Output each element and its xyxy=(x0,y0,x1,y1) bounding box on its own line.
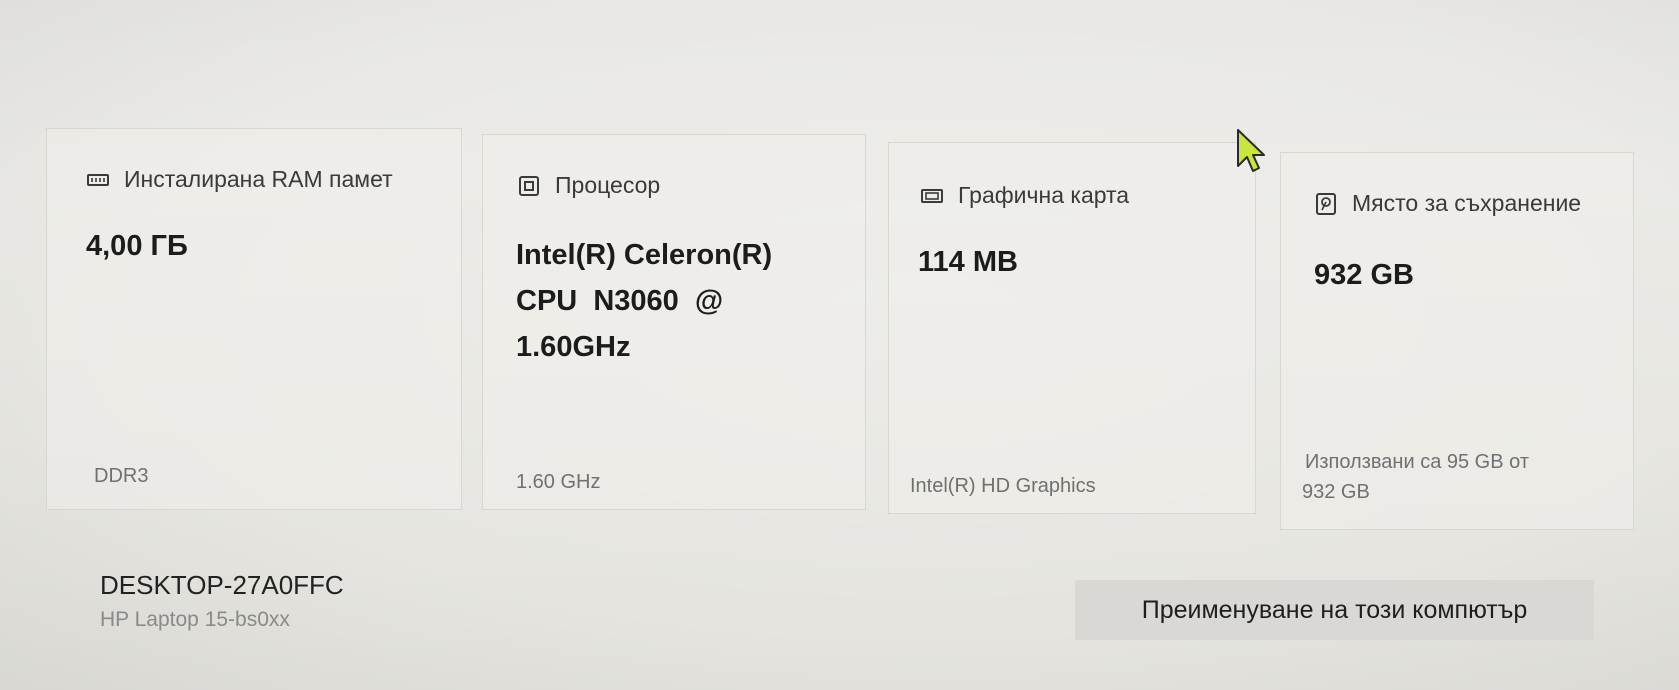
rename-pc-button-label: Преименуване на този компютър xyxy=(1141,595,1528,624)
graphics-card-header: Графична карта xyxy=(920,182,1129,209)
ram-value: 4,00 ГБ xyxy=(86,230,188,262)
storage-card-header: Място за съхранение xyxy=(1314,190,1581,217)
processor-card-header: Процесор xyxy=(517,172,660,199)
storage-capacity-value: 932 GB xyxy=(1314,259,1414,291)
ram-icon xyxy=(86,168,110,192)
ram-type: DDR3 xyxy=(94,465,149,487)
processor-card-title: Процесор xyxy=(555,172,661,198)
graphics-card-icon xyxy=(920,184,944,208)
device-model: HP Laptop 15-bs0xx xyxy=(100,608,290,631)
device-name: DESKTOP-27A0FFC xyxy=(100,570,344,600)
processor-value-line-2: CPU N3060 @ xyxy=(516,285,724,317)
graphics-card-title: Графична карта xyxy=(958,182,1130,208)
ram-card-header: Инсталирана RAM памет xyxy=(86,166,393,193)
processor-value-line-1: Intel(R) Celeron(R) xyxy=(516,239,773,271)
storage-usage-line-1: Използвани са 95 GB от xyxy=(1305,451,1529,473)
processor-value-line-3: 1.60GHz xyxy=(516,331,631,363)
rename-pc-button[interactable]: Преименуване на този компютър xyxy=(1075,580,1594,640)
storage-icon xyxy=(1314,192,1338,216)
mouse-cursor-icon xyxy=(1237,129,1265,172)
processor-speed: 1.60 GHz xyxy=(516,471,601,493)
processor-icon xyxy=(517,174,541,198)
storage-usage-line-2: 932 GB xyxy=(1302,481,1370,503)
graphics-adapter-name: Intel(R) HD Graphics xyxy=(910,475,1096,497)
storage-card-title: Място за съхранение xyxy=(1352,190,1582,216)
ram-card-title: Инсталирана RAM памет xyxy=(124,166,393,192)
graphics-memory-value: 114 MB xyxy=(918,246,1018,278)
